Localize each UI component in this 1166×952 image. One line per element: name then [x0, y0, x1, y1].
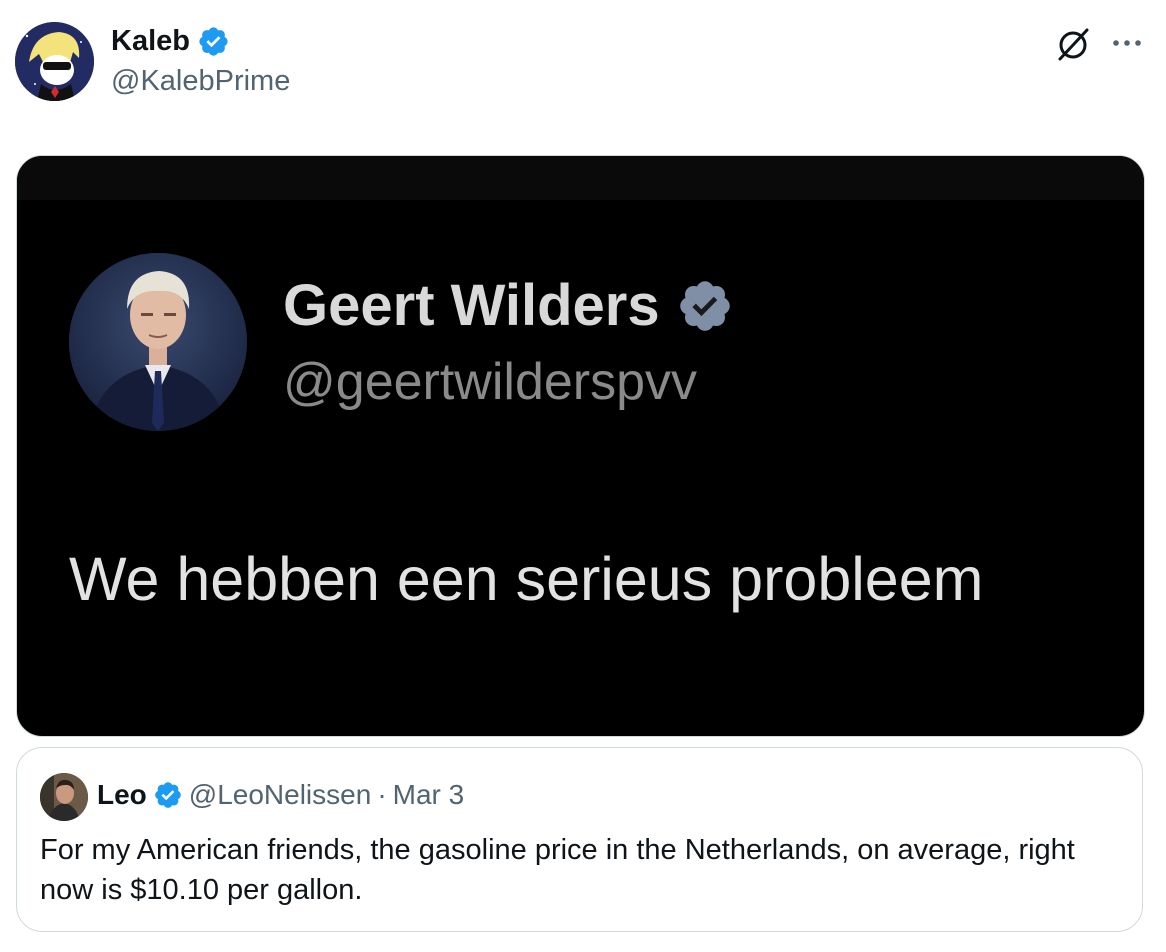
embedded-avatar	[69, 253, 247, 431]
quote-avatar	[40, 773, 88, 821]
embedded-text: We hebben een serieus probleem	[69, 545, 984, 613]
embedded-name: Geert Wilders	[283, 272, 734, 339]
quote-date: Mar 3	[392, 779, 465, 810]
quote-handle: @LeoNelissen	[188, 779, 372, 810]
author-name-text[interactable]: Kaleb	[111, 25, 190, 58]
quote-separator: ·	[377, 779, 387, 810]
grok-icon[interactable]	[1054, 26, 1092, 64]
quote-tweet-card[interactable]: Leo @LeoNelissen · Mar 3 For my American…	[16, 747, 1143, 932]
author-handle[interactable]: @KalebPrime	[111, 65, 290, 98]
embedded-verified-badge-icon	[679, 280, 730, 331]
quote-verified-badge-icon	[154, 782, 181, 808]
verified-badge-icon	[199, 27, 228, 56]
quote-header: Leo @LeoNelissen · Mar 3	[97, 779, 464, 811]
media-image[interactable]: Geert Wilders @geertwilderspvv We hebben…	[16, 155, 1145, 737]
media-topbar	[17, 156, 1144, 200]
embedded-name-text: Geert Wilders	[283, 273, 660, 338]
quote-name: Leo	[97, 779, 147, 810]
embedded-handle: @geertwilderspvv	[283, 353, 698, 411]
author-avatar[interactable]	[15, 22, 94, 101]
author-name[interactable]: Kaleb	[111, 25, 230, 58]
quote-text: For my American friends, the gasoline pr…	[40, 834, 1075, 906]
more-icon[interactable]	[1109, 28, 1145, 58]
